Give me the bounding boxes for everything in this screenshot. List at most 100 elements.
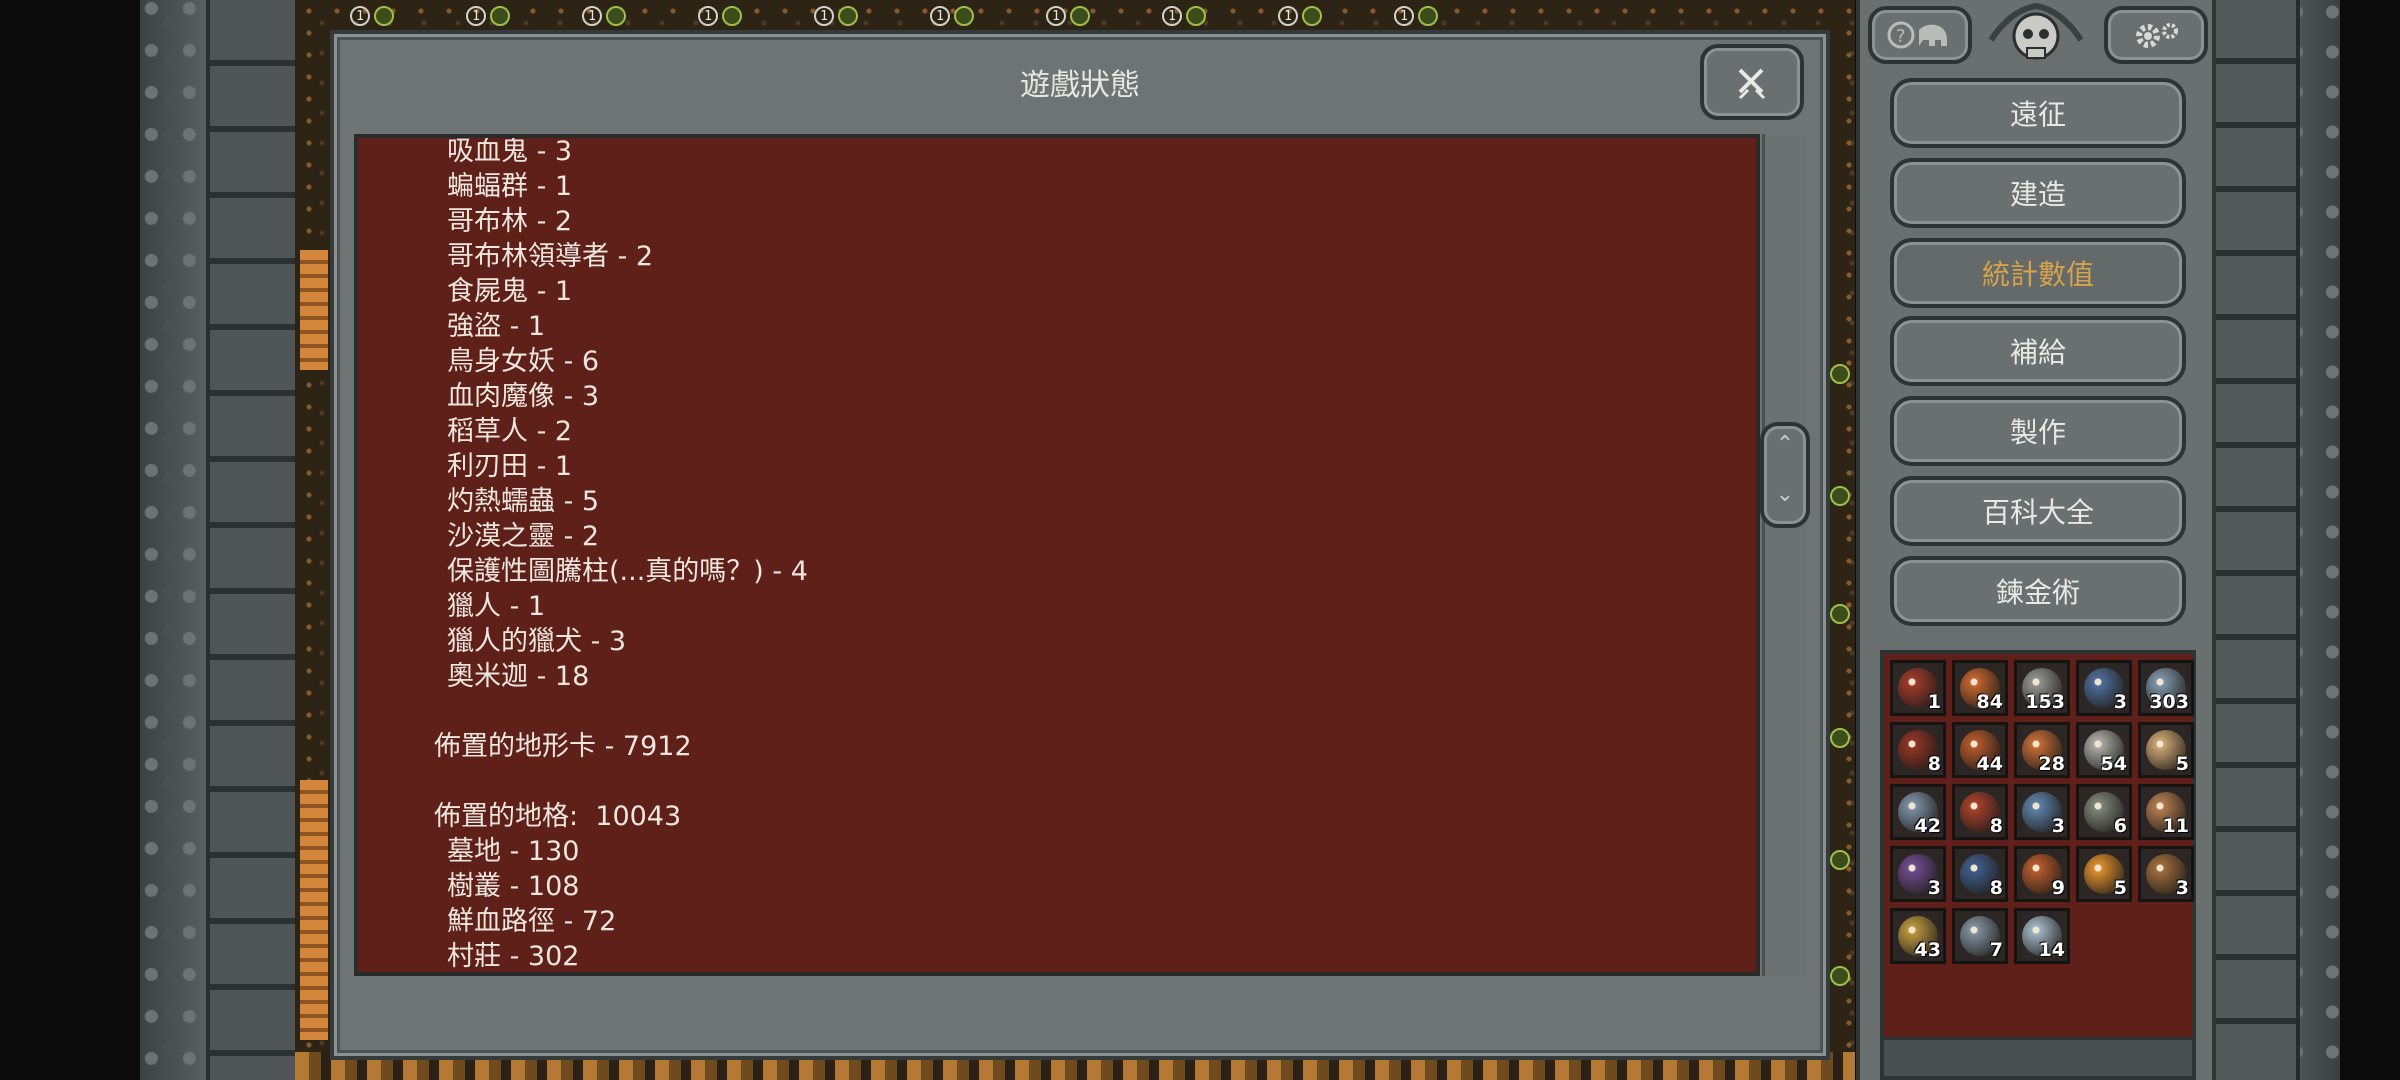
tile-leaf-badge [1830,486,1850,506]
inventory-slot[interactable]: 8 [1952,846,2008,902]
inventory-slot[interactable]: 5 [2076,846,2132,902]
help-elephant-icon: ? [1887,21,1947,49]
inventory-count: 43 [1914,939,1941,961]
inventory-count: 8 [1989,815,2003,837]
chevron-up-icon[interactable]: ⌃ [1764,432,1806,457]
close-swords-icon [1738,68,1766,100]
menu-button-2[interactable]: 建造 [1890,158,2186,228]
resource-inventory: 1 84 153 3 303 8 44 28 54 5 42 8 3 6 11 3 8 9 5 3 43 7 14 [1880,650,2196,1080]
help-button[interactable]: ? [1868,6,1972,64]
tile-counter-number: 1 [466,6,486,26]
scroll-button[interactable]: ⌃ ⌄ [1760,422,1810,528]
inventory-count: 3 [1927,877,1941,899]
game-status-dialog: 遊戲狀態 吸血鬼 - 3 蝙蝠群 - 1 哥布林 - 2 哥布林領導者 - 2 食屍鬼 … [330,30,1830,1060]
tile-counter-number: 1 [350,6,370,26]
inventory-count: 8 [1927,753,1941,775]
gears-icon [2136,23,2178,48]
scrollbar-track[interactable] [1762,134,1806,976]
inventory-slot[interactable]: 8 [1952,784,2008,840]
tile-counter-number: 1 [1394,6,1414,26]
tile-counter-number: 1 [814,6,834,26]
stats-item: 哥布林 - 2 [447,206,573,237]
stats-item: 吸血鬼 - 3 [447,136,573,167]
inventory-slot[interactable]: 8 [1890,722,1946,778]
leaf-icon [1418,6,1438,26]
menu-button-5[interactable]: 製作 [1890,396,2186,466]
stats-item: 哥布林領導者 - 2 [447,241,654,272]
inventory-slot[interactable]: 9 [2014,846,2070,902]
left-rock-wall [140,0,310,1080]
inventory-count: 153 [2025,691,2065,713]
inventory-count: 1 [1927,691,1941,713]
tile-leaf-badge [1830,728,1850,748]
leaf-icon [606,6,626,26]
inventory-slot[interactable]: 3 [2076,660,2132,716]
right-rock-wall [2210,0,2340,1080]
inventory-slot[interactable]: 3 [1890,846,1946,902]
top-tile-strip: 1 1 1 1 1 1 1 1 1 1 [300,0,1550,32]
menu-button-4[interactable]: 補給 [1890,316,2186,386]
inventory-slot[interactable]: 44 [1952,722,2008,778]
tile-counter-badge: 1 [1278,5,1332,27]
settings-button[interactable] [2104,6,2208,64]
tile-counter-badge: 1 [930,5,984,27]
tile-leaf-badge [1830,966,1850,986]
stats-item: 奧米迦 - 18 [447,661,590,692]
inventory-count: 3 [2113,691,2127,713]
stats-item: 獵人的獵犬 - 3 [447,626,627,657]
inventory-slot[interactable]: 1 [1890,660,1946,716]
stats-item: 食屍鬼 - 1 [447,276,573,307]
tile-leaf-badge [1830,364,1850,384]
inventory-count: 11 [2162,815,2189,837]
leaf-icon [838,6,858,26]
inventory-slot[interactable]: 3 [2014,784,2070,840]
inventory-count: 3 [2051,815,2065,837]
tile-counter-badge: 1 [698,5,752,27]
inventory-count: 54 [2100,753,2127,775]
tile-leaf-badge [1830,850,1850,870]
tile-counter-number: 1 [1046,6,1066,26]
inventory-count: 5 [2175,753,2189,775]
inventory-count: 42 [1914,815,1941,837]
inventory-count: 303 [2149,691,2189,713]
inventory-slot[interactable]: 14 [2014,908,2070,964]
stats-scroll-area[interactable]: 吸血鬼 - 3 蝙蝠群 - 1 哥布林 - 2 哥布林領導者 - 2 食屍鬼 - 1 強盜… [354,134,1760,976]
skull-emblem-icon [1978,0,2094,76]
inventory-slot[interactable]: 42 [1890,784,1946,840]
orange-brick-column [300,780,328,1040]
stats-item: 鳥身女妖 - 6 [447,346,600,377]
stats-item: 鮮血路徑 - 72 [447,906,617,937]
inventory-slot[interactable]: 84 [1952,660,2008,716]
menu-button-1[interactable]: 遠征 [1890,78,2186,148]
stats-heading: 佈置的地格: 10043 [434,801,682,832]
menu-button-6[interactable]: 百科大全 [1890,476,2186,546]
inventory-count: 8 [1989,877,2003,899]
stats-spacer [358,764,808,799]
inventory-slot[interactable]: 5 [2138,722,2194,778]
tile-counter-badge: 1 [1394,5,1448,27]
inventory-slot[interactable]: 7 [1952,908,2008,964]
inventory-slot[interactable]: 54 [2076,722,2132,778]
inventory-count: 6 [2113,815,2127,837]
tile-counter-number: 1 [698,6,718,26]
inventory-slot[interactable]: 11 [2138,784,2194,840]
inventory-slot[interactable]: 6 [2076,784,2132,840]
menu-button-3[interactable]: 統計數值 [1890,238,2186,308]
inventory-slot[interactable]: 3 [2138,846,2194,902]
stats-heading: 佈置的地形卡 - 7912 [434,731,692,762]
leaf-icon [374,6,394,26]
menu-button-7[interactable]: 鍊金術 [1890,556,2186,626]
stats-item: 墓地 - 130 [447,836,580,867]
tile-counter-badge: 1 [582,5,636,27]
close-button[interactable] [1700,44,1804,120]
stats-item: 樹叢 - 108 [447,871,580,902]
inventory-slot[interactable]: 28 [2014,722,2070,778]
inventory-slot[interactable]: 303 [2138,660,2194,716]
chevron-down-icon[interactable]: ⌄ [1764,482,1806,507]
inventory-slot[interactable]: 43 [1890,908,1946,964]
dialog-title: 遊戲狀態 [1020,68,1140,103]
inventory-count: 9 [2051,877,2065,899]
inventory-count: 7 [1989,939,2003,961]
inventory-slot[interactable]: 153 [2014,660,2070,716]
stats-item: 強盜 - 1 [447,311,546,342]
